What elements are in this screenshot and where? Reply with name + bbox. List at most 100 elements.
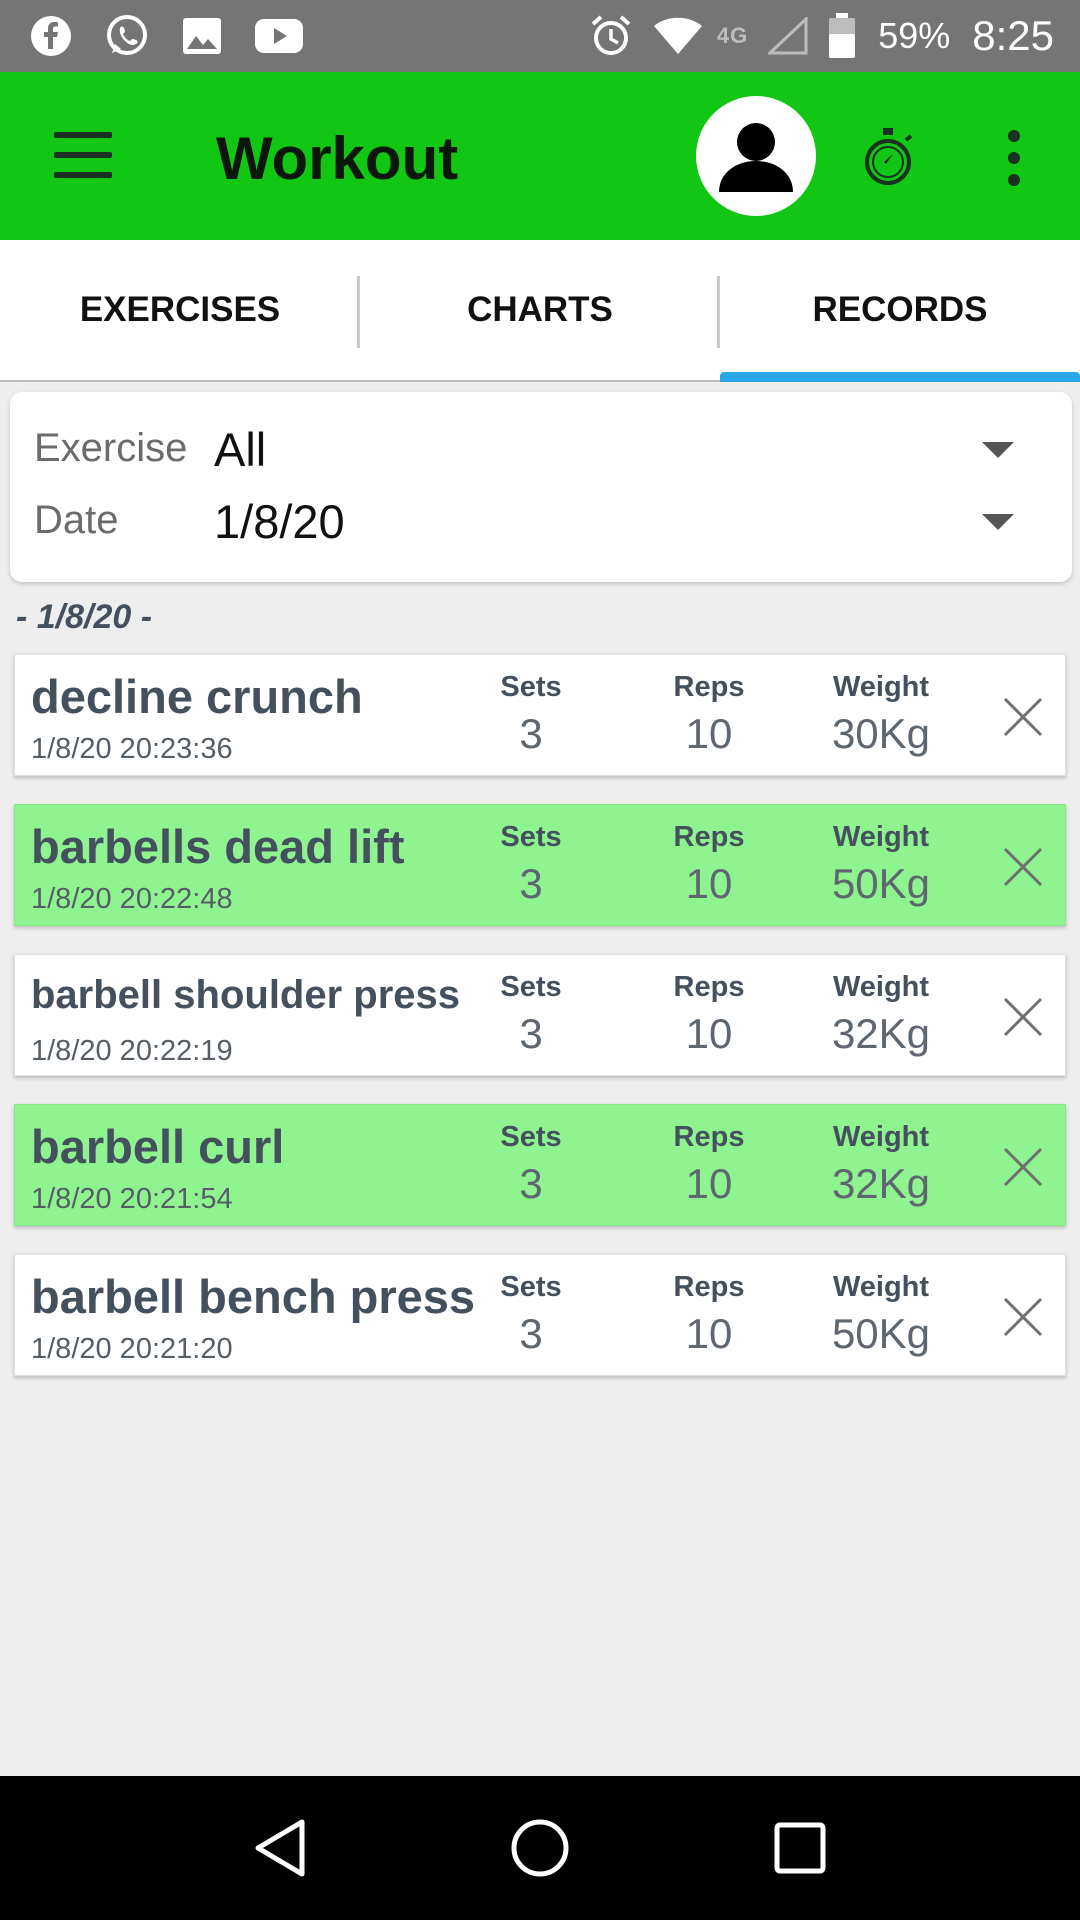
record-row[interactable]: barbell bench press 1/8/20 20:21:20 Sets… [14,1254,1066,1376]
record-sets: Sets 3 [461,1271,601,1358]
app-bar: Workout [0,72,1080,240]
youtube-icon [254,18,304,54]
record-sets: Sets 3 [461,821,601,908]
record-weight: Weight 30Kg [811,671,951,758]
record-reps: Reps 10 [639,1271,779,1358]
record-name: barbell curl [31,1120,285,1173]
home-icon[interactable] [505,1813,575,1883]
reps-label: Reps [673,1271,745,1303]
sets-label: Sets [500,971,562,1003]
sets-value: 3 [519,1160,543,1207]
tab-exercises[interactable]: EXERCISES [0,240,360,380]
reps-value: 10 [685,710,733,757]
alarm-icon [589,14,633,58]
tab-bar: EXERCISES CHARTS RECORDS [0,240,1080,382]
filter-card: Exercise All Date 1/8/20 [10,392,1072,582]
status-notifications [30,13,336,59]
exercise-filter-label: Exercise [34,426,188,470]
date-group-header: - 1/8/20 - [16,598,153,636]
record-reps: Reps 10 [639,821,779,908]
status-bar: 4G 59% 8:25 [0,0,1080,72]
record-row[interactable]: barbell shoulder press 1/8/20 20:22:19 S… [14,954,1066,1076]
delete-close-icon[interactable] [1001,695,1045,739]
date-filter-value: 1/8/20 [214,495,345,548]
reps-value: 10 [685,1010,733,1057]
reps-value: 10 [685,860,733,907]
record-time: 1/8/20 20:22:19 [31,1035,233,1067]
tab-records[interactable]: RECORDS [720,240,1080,382]
tab-label: CHARTS [467,290,613,329]
dropdown-arrow-icon [982,442,1014,458]
hamburger-menu-icon[interactable] [54,132,114,180]
weight-label: Weight [832,671,930,703]
record-name: barbell shoulder press [31,973,461,1017]
record-row[interactable]: barbell curl 1/8/20 20:21:54 Sets 3 Reps… [14,1104,1066,1226]
sets-label: Sets [500,1121,562,1153]
reps-value: 10 [685,1160,733,1207]
user-icon [719,123,793,192]
status-clock: 8:25 [972,12,1054,59]
delete-close-icon[interactable] [1001,1295,1045,1339]
record-weight: Weight 50Kg [811,1271,951,1358]
recents-icon[interactable] [765,1813,835,1883]
weight-value: 32Kg [831,1010,931,1057]
record-name: barbell bench press [31,1270,476,1323]
delete-close-icon[interactable] [1001,1145,1045,1189]
exercise-filter-value: All [214,423,267,476]
dropdown-arrow-icon [982,514,1014,530]
record-row[interactable]: barbells dead lift 1/8/20 20:22:48 Sets … [14,804,1066,926]
whatsapp-icon [104,13,150,59]
sets-value: 3 [519,1310,543,1357]
weight-value: 50Kg [831,860,931,907]
wifi-icon [653,16,703,56]
records-list: decline crunch 1/8/20 20:23:36 Sets 3 Re… [14,654,1066,1404]
record-sets: Sets 3 [461,971,601,1058]
date-filter-label: Date [34,498,119,542]
delete-close-icon[interactable] [1001,845,1045,889]
record-time: 1/8/20 20:23:36 [31,733,233,765]
weight-value: 50Kg [831,1310,931,1357]
more-options-icon[interactable] [1000,130,1028,186]
record-row[interactable]: decline crunch 1/8/20 20:23:36 Sets 3 Re… [14,654,1066,776]
stopwatch-icon[interactable] [860,126,916,188]
tab-charts[interactable]: CHARTS [360,240,720,380]
avatar[interactable] [696,96,816,216]
tab-label: EXERCISES [79,290,281,329]
record-weight: Weight 50Kg [811,821,951,908]
record-weight: Weight 32Kg [811,1121,951,1208]
sets-label: Sets [500,671,562,703]
record-reps: Reps 10 [639,971,779,1058]
battery-percent: 59% [878,15,951,56]
record-name: decline crunch [31,670,363,723]
back-icon[interactable] [245,1813,315,1883]
reps-value: 10 [685,1310,733,1357]
record-reps: Reps 10 [639,1121,779,1208]
reps-label: Reps [673,1121,745,1153]
record-time: 1/8/20 20:21:54 [31,1183,233,1215]
facebook-icon [30,15,72,57]
reps-label: Reps [673,821,745,853]
record-time: 1/8/20 20:22:48 [31,883,233,915]
record-name: barbells dead lift [31,820,405,873]
weight-label: Weight [832,821,930,853]
record-time: 1/8/20 20:21:20 [31,1333,233,1365]
sets-label: Sets [500,821,562,853]
record-reps: Reps 10 [639,671,779,758]
exercise-filter-select[interactable]: Exercise All [10,412,1072,484]
delete-close-icon[interactable] [1001,995,1045,1039]
signal-icon [768,17,808,55]
status-system: 4G 59% 8:25 [569,12,1054,60]
gallery-icon [182,17,222,55]
weight-value: 32Kg [831,1160,931,1207]
network-type: 4G [716,23,749,48]
page-title: Workout [216,125,459,192]
reps-label: Reps [673,971,745,1003]
weight-label: Weight [832,1121,930,1153]
sets-value: 3 [519,710,543,757]
weight-label: Weight [832,971,930,1003]
sets-label: Sets [500,1271,562,1303]
weight-value: 30Kg [831,710,931,757]
reps-label: Reps [673,671,745,703]
system-nav-bar [0,1776,1080,1920]
date-filter-select[interactable]: Date 1/8/20 [10,484,1072,556]
